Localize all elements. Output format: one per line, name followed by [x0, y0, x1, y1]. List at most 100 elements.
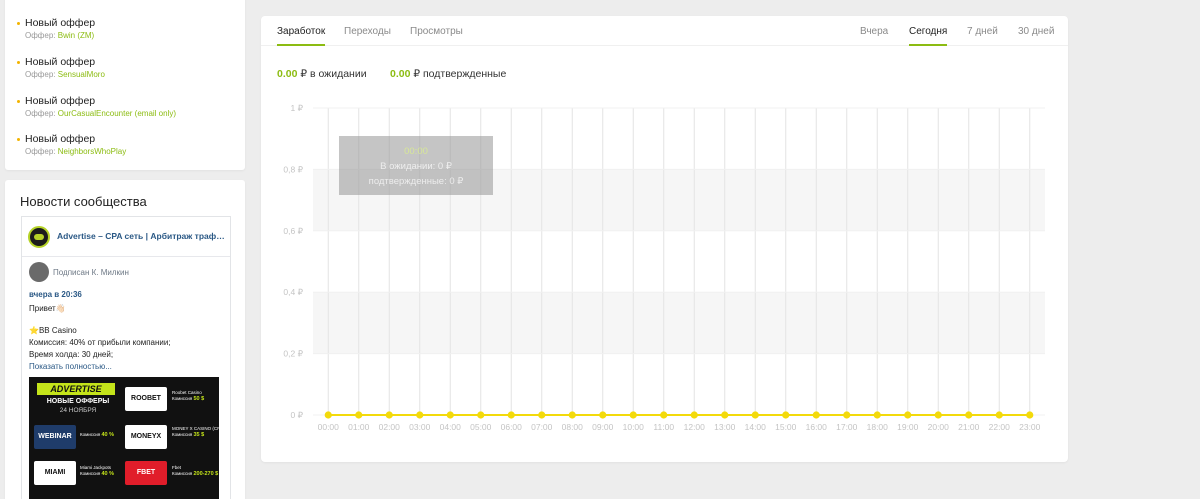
- offer-link[interactable]: SensualMoro: [58, 70, 105, 79]
- data-point: [965, 411, 973, 419]
- data-point: [477, 411, 485, 419]
- confirmed-total: 0.00 ₽ подтвержденные: [390, 68, 506, 80]
- data-point: [843, 411, 851, 419]
- x-tick-label: 06:00: [501, 422, 523, 432]
- offer-title: Новый оффер: [25, 17, 96, 29]
- banner-commission-label: Комиссия: [80, 471, 101, 476]
- tab-yesterday[interactable]: Вчера: [860, 26, 888, 37]
- pending-amount: 0.00: [277, 68, 298, 80]
- x-tick-label: 01:00: [348, 422, 370, 432]
- offer-link[interactable]: NeighborsWhoPlay: [58, 147, 126, 156]
- x-tick-label: 20:00: [928, 422, 950, 432]
- data-point: [751, 411, 759, 419]
- group-avatar[interactable]: [28, 226, 50, 248]
- banner-commission-value: 35 $: [193, 432, 205, 438]
- y-tick-label: 0 ₽: [291, 410, 304, 420]
- data-point: [782, 411, 790, 419]
- y-tick-label: 0,6 ₽: [283, 226, 303, 236]
- tab-7-days[interactable]: 7 дней: [967, 26, 998, 37]
- pending-total: 0.00 ₽ в ожидании: [277, 68, 367, 80]
- tab-earnings[interactable]: Заработок: [277, 26, 326, 46]
- banner-offer-info: Fbet Комиссия 200-270 $: [172, 465, 218, 477]
- data-point: [873, 411, 881, 419]
- x-tick-label: 02:00: [379, 422, 401, 432]
- x-tick-label: 11:00: [653, 422, 674, 432]
- data-point: [629, 411, 637, 419]
- vk-widget: Advertise – CPA сеть | Арбитраж трафика …: [21, 216, 231, 499]
- x-tick-label: 19:00: [897, 422, 919, 432]
- data-point: [355, 411, 363, 419]
- banner-commission-label: Комиссия: [172, 471, 193, 476]
- banner-offer-name: Roobet Casino: [172, 390, 202, 395]
- moneyx-logo: MONEYX: [125, 425, 167, 449]
- roobet-logo: ROOBET: [125, 387, 167, 411]
- post-line: Комиссия: 40% от прибыли компании;: [29, 338, 171, 347]
- offer-subtitle: Оффер: Bwin (ZM): [25, 31, 94, 40]
- x-tick-label: 03:00: [409, 422, 431, 432]
- x-tick-label: 22:00: [989, 422, 1011, 432]
- post-time-link[interactable]: вчера в 20:36: [29, 290, 82, 299]
- x-tick-label: 10:00: [623, 422, 645, 432]
- tab-clicks[interactable]: Переходы: [344, 26, 391, 37]
- bullet-icon: [17, 100, 20, 103]
- x-tick-label: 13:00: [714, 422, 736, 432]
- data-point: [599, 411, 607, 419]
- show-more-link[interactable]: Показать полностью...: [29, 362, 112, 371]
- x-tick-label: 12:00: [684, 422, 706, 432]
- post-line: ⭐BB Casino: [29, 326, 77, 335]
- banner-commission-value: 200-270 $: [193, 471, 219, 477]
- data-point: [812, 411, 820, 419]
- tab-30-days[interactable]: 30 дней: [1018, 26, 1054, 37]
- banner-offer-info: Комиссия 40 %: [80, 432, 114, 438]
- data-point: [690, 411, 698, 419]
- group-name-link[interactable]: Advertise – CPA сеть | Арбитраж трафика: [57, 231, 225, 241]
- offer-link[interactable]: Bwin (ZM): [58, 31, 94, 40]
- author-avatar[interactable]: [29, 262, 49, 282]
- miami-jackpots-logo: MIAMI: [34, 461, 76, 485]
- offer-link[interactable]: OurCasualEncounter (email only): [58, 109, 176, 118]
- post-greeting: Привет👋🏻: [29, 304, 66, 313]
- banner-offer-info: Miami Jackpots Комиссия 40 %: [80, 465, 114, 477]
- offer-title: Новый оффер: [25, 95, 96, 107]
- x-tick-label: 09:00: [592, 422, 614, 432]
- data-point: [385, 411, 393, 419]
- banner-commission-value: 40 %: [101, 432, 114, 438]
- banner-commission-label: Комиссия: [80, 432, 101, 437]
- x-tick-label: 08:00: [562, 422, 584, 432]
- data-point: [446, 411, 454, 419]
- data-point: [904, 411, 912, 419]
- banner-subtitle: НОВЫЕ ОФФЕРЫ: [46, 398, 110, 405]
- y-tick-label: 0,4 ₽: [283, 287, 303, 297]
- banner-commission-value: 50 $: [193, 396, 205, 402]
- vk-header: Advertise – CPA сеть | Арбитраж трафика: [22, 217, 230, 257]
- y-tick-label: 1 ₽: [291, 103, 304, 113]
- community-news-panel: Новости сообщества Advertise – CPA сеть …: [5, 180, 245, 499]
- y-tick-label: 0,2 ₽: [283, 349, 303, 359]
- offer-label: Оффер:: [25, 109, 56, 118]
- banner-title: ADVERTISE: [37, 383, 115, 395]
- y-tick-label: 0,8 ₽: [283, 164, 303, 174]
- data-point: [995, 411, 1003, 419]
- signed-by: Подписан К. Милкин: [53, 268, 129, 277]
- x-tick-label: 21:00: [958, 422, 980, 432]
- banner-offer-name: MONEY X CASINO (CPA): [172, 426, 225, 431]
- banner-offer-name: Fbet: [172, 465, 182, 470]
- offer-label: Оффер:: [25, 70, 56, 79]
- offer-label: Оффер:: [25, 31, 56, 40]
- offer-subtitle: Оффер: SensualMoro: [25, 70, 105, 79]
- tooltip-pending: В ожидании: 0 ₽: [380, 161, 452, 172]
- x-tick-label: 15:00: [775, 422, 797, 432]
- offer-title: Новый оффер: [25, 133, 96, 145]
- chart-tooltip: 00:00 В ожидании: 0 ₽ подтвержденные: 0 …: [339, 136, 493, 195]
- data-point: [1026, 411, 1034, 419]
- offer-label: Оффер:: [25, 147, 56, 156]
- offer-subtitle: Оффер: OurCasualEncounter (email only): [25, 109, 176, 118]
- x-tick-label: 17:00: [836, 422, 858, 432]
- bullet-icon: [17, 22, 20, 25]
- tab-today[interactable]: Сегодня: [909, 26, 948, 46]
- tab-views[interactable]: Просмотры: [410, 26, 463, 37]
- post-banner-image[interactable]: ADVERTISE НОВЫЕ ОФФЕРЫ 24 НОЯБРЯ ROOBET …: [29, 377, 224, 499]
- x-tick-label: 14:00: [745, 422, 767, 432]
- data-point: [568, 411, 576, 419]
- bullet-icon: [17, 61, 20, 64]
